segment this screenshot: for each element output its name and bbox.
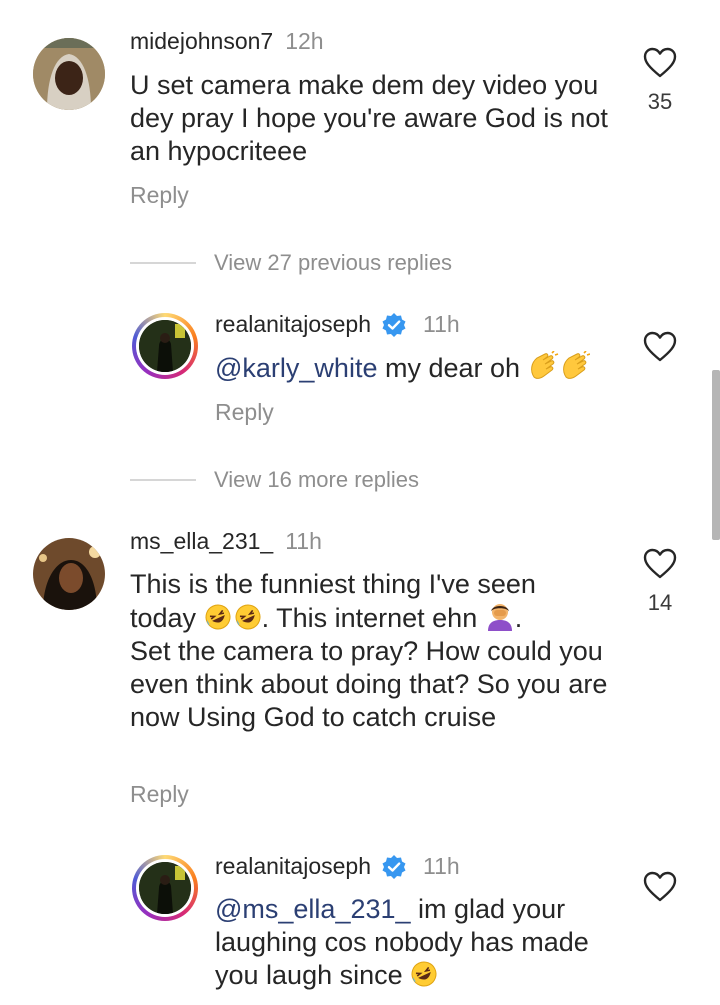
avatar-photo (33, 38, 105, 110)
avatar (139, 862, 191, 914)
comment-text: This is the funniest thing I've seen tod… (130, 568, 630, 734)
heart-icon[interactable] (643, 548, 677, 580)
view-more-replies-button[interactable]: View 16 more replies (130, 467, 419, 493)
reply-text: @karly_white my dear oh (215, 351, 590, 385)
avatar-story-ring[interactable] (132, 313, 198, 379)
comment-text: U set camera make dem dey video you dey … (130, 70, 608, 166)
comment-text-line: This is the funniest thing I've seen (130, 569, 536, 599)
view-replies-label: View 27 previous replies (214, 250, 453, 275)
verified-badge-icon (382, 854, 406, 879)
view-replies-label: View 16 more replies (214, 467, 420, 492)
mention-link[interactable]: @karly_white (215, 353, 377, 383)
heart-icon[interactable] (643, 47, 677, 79)
divider (130, 479, 196, 481)
reply-header: realanitajoseph 11h (215, 311, 460, 338)
avatar-photo (139, 862, 191, 914)
timestamp: 12h (285, 28, 324, 54)
username[interactable]: realanitajoseph (215, 853, 371, 880)
username[interactable]: ms_ella_231_ (130, 528, 273, 555)
reply-button[interactable]: Reply (130, 182, 189, 209)
reply-text: @ms_ella_231_ im glad your laughing cos … (215, 893, 625, 992)
username[interactable]: midejohnson7 (130, 28, 273, 55)
reply-button[interactable]: Reply (215, 399, 274, 426)
heart-icon[interactable] (643, 871, 677, 903)
clapping-hands-emoji (530, 351, 590, 379)
avatar-photo (139, 320, 191, 372)
reply-header: realanitajoseph 11h (215, 853, 460, 880)
rolling-on-floor-laughing-emoji (411, 961, 437, 987)
reply-text-body: my dear oh (377, 353, 521, 383)
like-count: 35 (647, 89, 673, 114)
like-count: 14 (647, 590, 673, 615)
divider (130, 262, 196, 264)
timestamp: 11h (423, 853, 460, 879)
timestamp: 11h (423, 311, 460, 337)
comment-text-rest: Set the camera to pray? How could you ev… (130, 636, 608, 732)
rolling-on-floor-laughing-emoji (205, 604, 261, 630)
comment-header: midejohnson7 12h (130, 28, 324, 55)
comment-text-segment: today (130, 603, 197, 633)
avatar-photo (33, 538, 105, 610)
username[interactable]: realanitajoseph (215, 311, 371, 338)
avatar[interactable] (33, 38, 105, 110)
scrollbar[interactable] (712, 370, 720, 540)
avatar-story-ring[interactable] (132, 855, 198, 921)
comment-text-segment: . This internet ehn (261, 603, 478, 633)
woman-facepalming-emoji (487, 604, 512, 631)
comment-text-segment: . (514, 603, 523, 633)
view-previous-replies-button[interactable]: View 27 previous replies (130, 250, 452, 276)
reply-button[interactable]: Reply (130, 781, 189, 808)
avatar (139, 320, 191, 372)
verified-badge-icon (382, 312, 406, 337)
comment-header: ms_ella_231_ 11h (130, 528, 322, 555)
heart-icon[interactable] (643, 331, 677, 363)
mention-link[interactable]: @ms_ella_231_ (215, 894, 411, 924)
comment-text-line: today . This internet ehn . (130, 601, 630, 635)
avatar[interactable] (33, 538, 105, 610)
timestamp: 11h (285, 528, 322, 554)
